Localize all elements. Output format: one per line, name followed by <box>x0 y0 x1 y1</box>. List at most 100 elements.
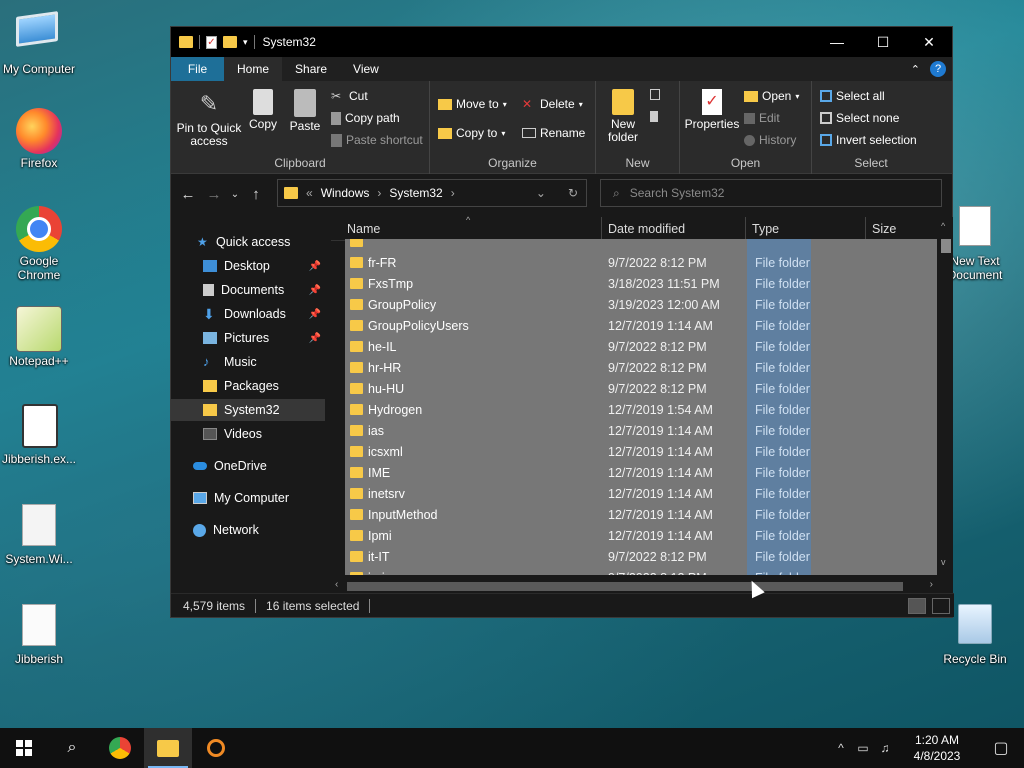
breadcrumb-system32[interactable]: System32 <box>389 186 442 200</box>
scroll-down-icon[interactable]: v <box>941 557 946 567</box>
column-name[interactable]: Name <box>347 222 380 236</box>
taskbar-file-explorer[interactable] <box>144 728 192 768</box>
table-row[interactable]: it-IT 9/7/2022 8:12 PM File folder <box>345 546 937 567</box>
taskbar-chrome[interactable] <box>96 728 144 768</box>
details-view-icon[interactable] <box>908 598 926 614</box>
table-row[interactable]: IME 12/7/2019 1:14 AM File folder <box>345 462 937 483</box>
desktop-icon-firefox[interactable]: Firefox <box>0 108 81 170</box>
cut-button[interactable]: ✂ Cut <box>331 89 368 103</box>
copy-button[interactable]: Copy <box>247 89 279 131</box>
address-path[interactable]: « Windows › System32 › ⌄ ↻ <box>277 179 587 207</box>
tab-view[interactable]: View <box>340 57 392 81</box>
close-button[interactable]: ✕ <box>906 27 952 57</box>
table-row[interactable]: inetsrv 12/7/2019 1:14 AM File folder <box>345 483 937 504</box>
nav-onedrive[interactable]: OneDrive <box>171 455 325 477</box>
scroll-left-icon[interactable]: ‹ <box>335 579 338 590</box>
clock[interactable]: 1:20 AM 4/8/2023 <box>896 732 978 764</box>
horizontal-scrollbar[interactable]: ‹ › <box>331 577 937 594</box>
chevron-up-icon[interactable]: ^ <box>830 741 852 755</box>
search-input[interactable]: Search System32 <box>630 186 725 200</box>
forward-button[interactable]: → <box>201 186 227 203</box>
invert-selection-button[interactable]: Invert selection <box>820 133 917 147</box>
table-row[interactable]: ja-jp 9/7/2022 8:12 PM File folder <box>345 567 937 575</box>
back-button[interactable]: ← <box>175 186 201 203</box>
nav-music[interactable]: ♪ Music <box>171 351 325 373</box>
properties-button[interactable]: ✓ Properties <box>684 89 740 131</box>
table-row[interactable]: fr-CA 9/7/2022 8:12 PM File folder <box>345 239 937 252</box>
tab-file[interactable]: File <box>171 57 224 81</box>
table-row[interactable]: fr-FR 9/7/2022 8:12 PM File folder <box>345 252 937 273</box>
new-item-button[interactable] <box>650 89 660 100</box>
easy-access-button[interactable] <box>650 111 658 122</box>
desktop-icon-system-wi[interactable]: System.Wi... <box>0 504 81 566</box>
nav-documents[interactable]: Documents 📌 <box>171 279 325 301</box>
chevron-down-icon[interactable]: ⌄ <box>536 186 546 200</box>
nav-downloads[interactable]: ⬇ Downloads 📌 <box>171 303 325 325</box>
table-row[interactable]: hu-HU 9/7/2022 8:12 PM File folder <box>345 378 937 399</box>
table-row[interactable]: hr-HR 9/7/2022 8:12 PM File folder <box>345 357 937 378</box>
nav-my-computer[interactable]: My Computer <box>171 487 325 509</box>
nav-system32[interactable]: System32 <box>171 399 325 421</box>
tab-share[interactable]: Share <box>282 57 340 81</box>
properties-icon[interactable]: ✓ <box>206 35 217 49</box>
pin-to-quick-access-button[interactable]: ✎ Pin to Quick access <box>175 89 243 148</box>
volume-icon[interactable]: ♫ <box>874 741 896 755</box>
paste-button[interactable]: Paste <box>287 89 323 133</box>
scroll-up-icon[interactable]: ^ <box>941 221 945 231</box>
pin-icon[interactable]: 📌 <box>309 333 321 344</box>
copy-path-button[interactable]: Copy path <box>331 111 400 125</box>
desktop-icon-jibberish-exe[interactable]: Jibberish.ex... <box>0 404 81 466</box>
table-row[interactable]: GroupPolicy 3/19/2023 12:00 AM File folder <box>345 294 937 315</box>
table-row[interactable]: Ipmi 12/7/2019 1:14 AM File folder <box>345 525 937 546</box>
large-icons-view-icon[interactable] <box>932 598 950 614</box>
help-icon[interactable]: ? <box>930 61 946 77</box>
maximize-button[interactable]: ☐ <box>860 27 906 57</box>
column-type[interactable]: Type <box>752 222 779 236</box>
pin-icon[interactable]: 📌 <box>309 309 321 320</box>
title-bar[interactable]: ✓ ▾ System32 — ☐ ✕ <box>171 27 952 57</box>
desktop-icon-notepadpp[interactable]: Notepad++ <box>0 306 81 368</box>
chevron-up-icon[interactable]: ⌃ <box>911 63 920 76</box>
nav-pictures[interactable]: Pictures 📌 <box>171 327 325 349</box>
edit-button[interactable]: Edit <box>744 111 780 125</box>
breadcrumb-windows[interactable]: Windows <box>321 186 370 200</box>
pin-icon[interactable]: 📌 <box>309 285 321 296</box>
search-box[interactable]: ⌕ Search System32 <box>600 179 942 207</box>
refresh-icon[interactable]: ↻ <box>568 186 578 200</box>
nav-desktop[interactable]: Desktop 📌 <box>171 255 325 277</box>
table-row[interactable]: ias 12/7/2019 1:14 AM File folder <box>345 420 937 441</box>
nav-packages[interactable]: Packages <box>171 375 325 397</box>
recent-locations-button[interactable]: ⌄ <box>227 189 243 200</box>
open-button[interactable]: Open ▾ <box>744 89 799 103</box>
pin-icon[interactable]: 📌 <box>309 261 321 272</box>
vertical-scrollbar[interactable]: ^ v <box>937 217 953 574</box>
notification-icon[interactable]: ▢ <box>978 738 1024 758</box>
new-folder-button[interactable]: New folder <box>602 89 644 144</box>
select-none-button[interactable]: Select none <box>820 111 899 125</box>
scrollbar-thumb[interactable] <box>347 582 903 591</box>
nav-videos[interactable]: Videos <box>171 423 325 445</box>
tab-home[interactable]: Home <box>224 57 283 81</box>
column-date-modified[interactable]: Date modified <box>608 222 685 236</box>
search-button[interactable]: ⌕ <box>48 728 96 768</box>
scrollbar-thumb[interactable] <box>941 239 951 253</box>
network-icon[interactable]: ▭ <box>852 741 874 755</box>
table-row[interactable]: icsxml 12/7/2019 1:14 AM File folder <box>345 441 937 462</box>
delete-button[interactable]: ✕ Delete ▾ <box>522 97 583 111</box>
table-row[interactable]: InputMethod 12/7/2019 1:14 AM File folder <box>345 504 937 525</box>
desktop-icon-my-computer[interactable]: My Computer <box>0 10 81 76</box>
breadcrumb-overflow[interactable]: « <box>306 186 313 200</box>
taskbar-search-app[interactable] <box>192 728 240 768</box>
table-row[interactable]: Hydrogen 12/7/2019 1:54 AM File folder <box>345 399 937 420</box>
chevron-down-icon[interactable]: ▾ <box>243 37 248 48</box>
table-row[interactable]: FxsTmp 3/18/2023 11:51 PM File folder <box>345 273 937 294</box>
minimize-button[interactable]: — <box>814 27 860 57</box>
new-folder-icon[interactable] <box>223 36 237 48</box>
column-size[interactable]: Size <box>872 222 896 236</box>
desktop-icon-jibberish[interactable]: Jibberish <box>0 604 81 666</box>
nav-network[interactable]: Network <box>171 519 325 541</box>
desktop-icon-chrome[interactable]: Google Chrome <box>0 206 81 282</box>
table-row[interactable]: GroupPolicyUsers 12/7/2019 1:14 AM File fo… <box>345 315 937 336</box>
nav-quick-access[interactable]: ★ Quick access <box>171 231 325 253</box>
move-to-button[interactable]: Move to ▾ <box>438 97 507 111</box>
